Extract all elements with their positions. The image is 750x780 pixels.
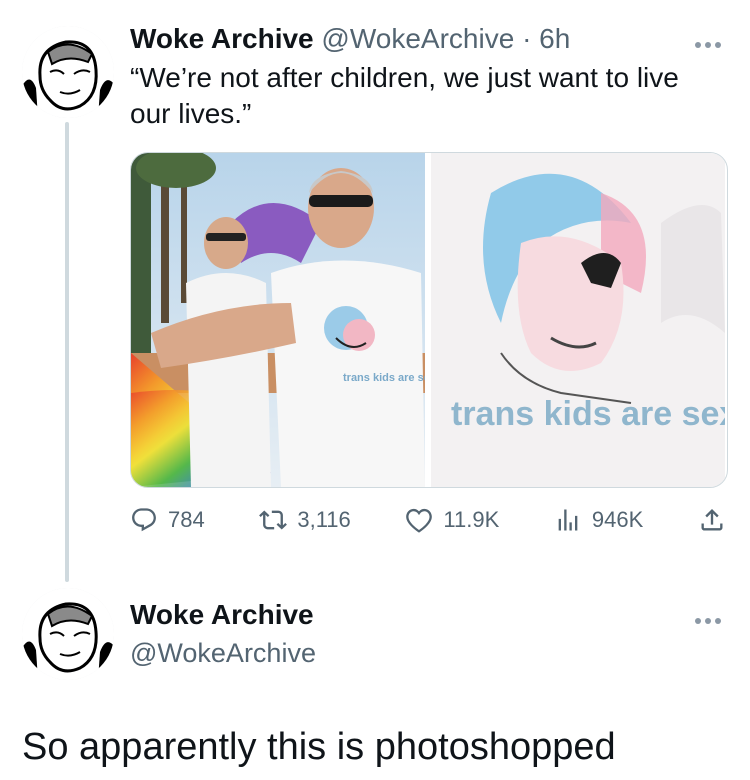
media-photo-parade[interactable]: trans kids are sexy [131, 153, 427, 487]
separator: · [522, 23, 532, 54]
reply-button[interactable]: 784 [130, 506, 205, 534]
more-icon[interactable] [694, 28, 722, 56]
shirt-text-right: trans kids are sexy [451, 395, 725, 433]
tweet[interactable]: Woke Archive @WokeArchive · 6h “We’re no… [0, 0, 750, 582]
heart-icon [405, 506, 433, 534]
shirt-text-left: trans kids are sexy [343, 372, 425, 384]
reply-header: Woke Archive @WokeArchive [130, 598, 316, 670]
more-icon[interactable] [694, 604, 722, 632]
tweet-text: “We’re not after children, we just want … [130, 62, 679, 129]
tweet-header: Woke Archive @WokeArchive · 6h [130, 22, 570, 56]
like-count: 11.9K [443, 507, 500, 532]
share-button[interactable] [698, 506, 726, 534]
author-name[interactable]: Woke Archive [130, 23, 314, 54]
retweet-count: 3,116 [297, 507, 351, 532]
views-button[interactable]: 946K [554, 506, 643, 534]
reply-author-name[interactable]: Woke Archive [130, 598, 316, 632]
share-icon [698, 506, 726, 534]
reply-icon [130, 506, 158, 534]
tweet-media[interactable]: trans kids are sexy trans kids are sexy [130, 152, 728, 488]
views-icon [554, 506, 582, 534]
media-photo-closeup[interactable]: trans kids are sexy [431, 153, 727, 487]
views-count: 946K [591, 507, 644, 532]
author-handle[interactable]: @WokeArchive [321, 23, 514, 54]
like-button[interactable]: 11.9K [405, 506, 499, 534]
thread-line [65, 122, 69, 582]
tweet-actions: 784 3,116 11.9K 946K [130, 500, 726, 540]
reply-count: 784 [168, 507, 205, 532]
reply-author-handle[interactable]: @WokeArchive [130, 636, 316, 670]
reply-avatar[interactable] [22, 588, 114, 680]
avatar[interactable] [22, 26, 114, 118]
retweet-icon [259, 506, 288, 534]
retweet-button[interactable]: 3,116 [259, 506, 351, 534]
reply-text: So apparently this is photoshopped [22, 726, 616, 768]
timestamp[interactable]: 6h [539, 23, 570, 54]
